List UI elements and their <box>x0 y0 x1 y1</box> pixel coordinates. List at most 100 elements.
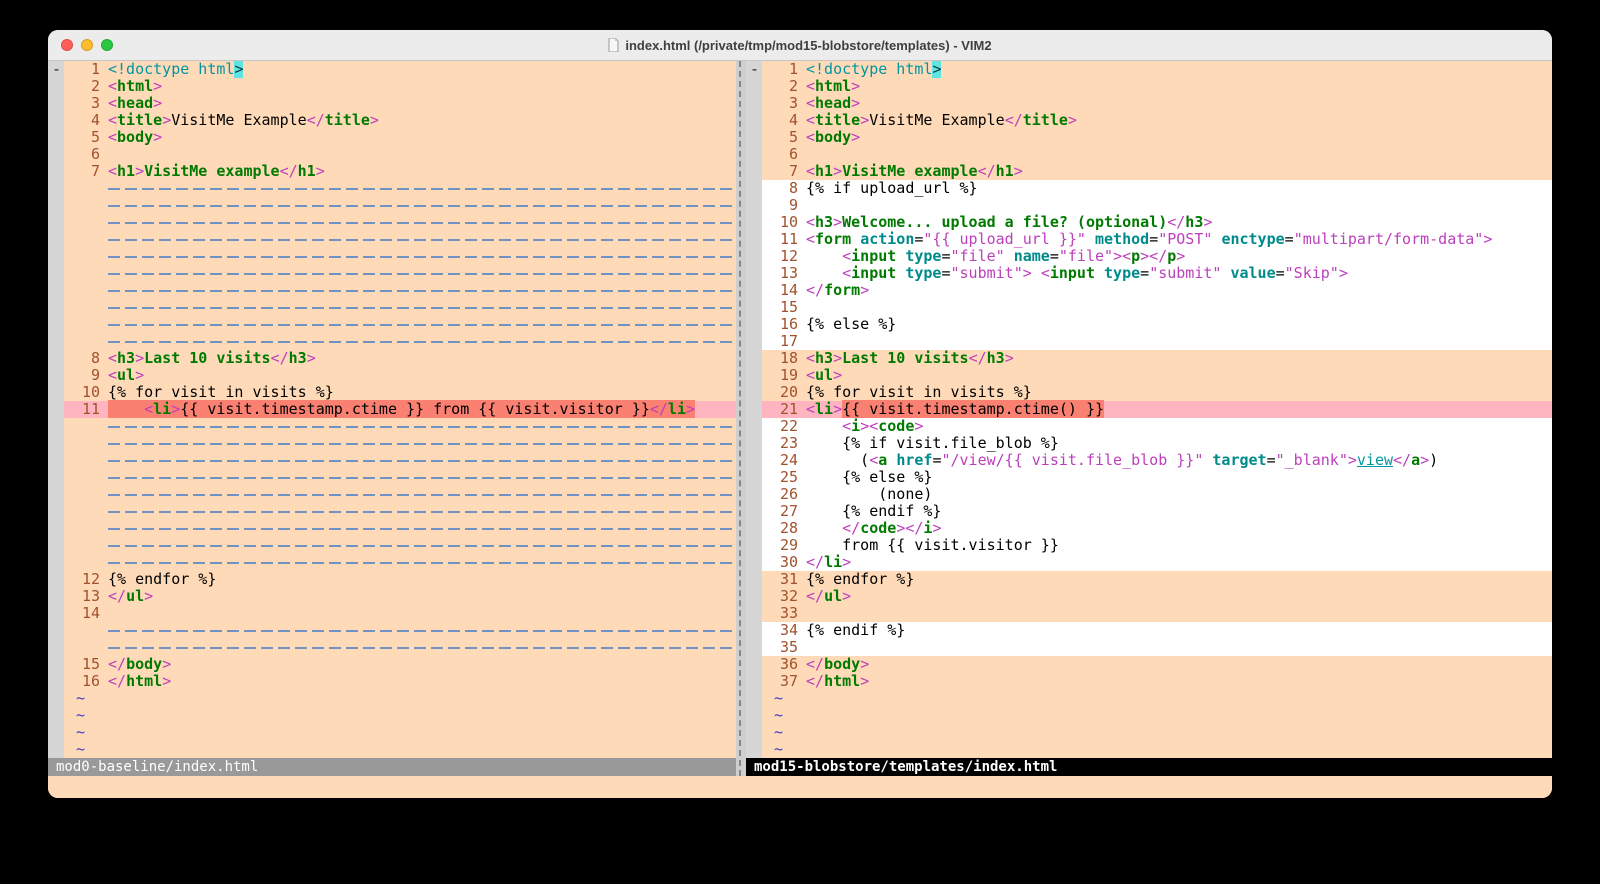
code-line[interactable]: 16</html> <box>64 673 736 690</box>
code-token: > <box>153 77 162 95</box>
line-number: 4 <box>762 112 806 129</box>
code-token: p <box>1131 247 1140 265</box>
zoom-button[interactable] <box>101 39 113 51</box>
line-number: 31 <box>762 571 806 588</box>
code-line[interactable]: 13</ul> <box>64 588 736 605</box>
code-line[interactable]: 34{% endif %} <box>762 622 1552 639</box>
right-pane[interactable]: - 1<!doctype html>2<html>3<head>4<title>… <box>746 61 1552 776</box>
right-buffer-view[interactable]: - 1<!doctype html>2<html>3<head>4<title>… <box>746 61 1552 758</box>
diff-filler-line <box>64 316 736 333</box>
code-token: li <box>815 400 833 418</box>
code-line[interactable]: 14 <box>64 605 736 622</box>
code-line[interactable]: 10{% for visit in visits %} <box>64 384 736 401</box>
code-line[interactable]: 18<h3>Last 10 visits</h3> <box>762 350 1552 367</box>
code-line[interactable]: 2<html> <box>762 78 1552 95</box>
code-line[interactable]: 8{% if upload_url %} <box>762 180 1552 197</box>
diff-filler-line <box>64 180 736 197</box>
code-line[interactable]: 6 <box>762 146 1552 163</box>
code-line[interactable]: 30</li> <box>762 554 1552 571</box>
code-line[interactable]: 4<title>VisitMe Example</title> <box>762 112 1552 129</box>
deleted-line-filler <box>108 477 733 479</box>
code-token: > <box>1023 264 1032 282</box>
code-line[interactable]: 15</body> <box>64 656 736 673</box>
code-line[interactable]: 11 <li>{{ visit.timestamp.ctime }} from … <box>64 401 736 418</box>
code-line[interactable]: 37</html> <box>762 673 1552 690</box>
diff-filler-line <box>64 469 736 486</box>
code-token: > <box>1339 264 1348 282</box>
code-line[interactable]: 6 <box>64 146 736 163</box>
traffic-lights <box>61 39 113 51</box>
statusline-left[interactable]: mod0-baseline/index.html <box>48 758 736 776</box>
code-line[interactable]: 1<!doctype html> <box>64 61 736 78</box>
code-token: = <box>941 247 950 265</box>
code-line[interactable]: 15 <box>762 299 1552 316</box>
split-separator[interactable] <box>736 61 746 776</box>
code-line[interactable]: 19<ul> <box>762 367 1552 384</box>
code-line[interactable]: 7<h1>VisitMe example</h1> <box>762 163 1552 180</box>
code-token: "submit" <box>951 264 1023 282</box>
statusline-right[interactable]: mod15-blobstore/templates/index.html <box>746 758 1552 776</box>
code-line[interactable]: 28 </code></i> <box>762 520 1552 537</box>
code-text: </html> <box>806 673 869 690</box>
code-token: h1 <box>298 162 316 180</box>
code-line[interactable]: 2<html> <box>64 78 736 95</box>
code-line[interactable]: 32</ul> <box>762 588 1552 605</box>
code-line[interactable]: 14</form> <box>762 282 1552 299</box>
line-number: 12 <box>64 571 108 588</box>
code-line[interactable]: 13 <input type="submit"> <input type="su… <box>762 265 1552 282</box>
code-line[interactable]: 9 <box>762 197 1552 214</box>
code-line[interactable]: 25 {% else %} <box>762 469 1552 486</box>
deleted-line-filler <box>108 341 733 343</box>
code-text: <i><code> <box>806 418 923 435</box>
code-line[interactable]: 29 from {{ visit.visitor }} <box>762 537 1552 554</box>
code-line[interactable]: 35 <box>762 639 1552 656</box>
empty-buffer-line: ~ <box>64 741 736 758</box>
line-number: 25 <box>762 469 806 486</box>
close-button[interactable] <box>61 39 73 51</box>
code-token: ul <box>824 587 842 605</box>
minimize-button[interactable] <box>81 39 93 51</box>
code-line[interactable]: 5<body> <box>762 129 1552 146</box>
code-token: > <box>851 94 860 112</box>
code-line[interactable]: 17 <box>762 333 1552 350</box>
code-line[interactable]: 26 (none) <box>762 486 1552 503</box>
code-text: </li> <box>806 554 851 571</box>
code-line[interactable]: 12 <input type="file" name="file"><p></p… <box>762 248 1552 265</box>
code-line[interactable]: 23 {% if visit.file_blob %} <box>762 435 1552 452</box>
code-line[interactable]: 21<li>{{ visit.timestamp.ctime() }} <box>762 401 1552 418</box>
line-number: 13 <box>762 265 806 282</box>
code-line[interactable]: 7<h1>VisitMe example</h1> <box>64 163 736 180</box>
code-line[interactable]: 3<head> <box>762 95 1552 112</box>
code-text: <h1>VisitMe example</h1> <box>806 163 1023 180</box>
code-line[interactable]: 27 {% endif %} <box>762 503 1552 520</box>
code-line[interactable]: 22 <i><code> <box>762 418 1552 435</box>
titlebar[interactable]: index.html (/private/tmp/mod15-blobstore… <box>48 30 1552 61</box>
code-line[interactable]: 9<ul> <box>64 367 736 384</box>
line-number: 17 <box>762 333 806 350</box>
code-line[interactable]: 31{% endfor %} <box>762 571 1552 588</box>
command-line[interactable] <box>48 776 1552 798</box>
code-line[interactable]: 10<h3>Welcome... upload a file? (optiona… <box>762 214 1552 231</box>
code-token: {% endif %} <box>806 502 941 520</box>
code-token: > <box>833 366 842 384</box>
code-line[interactable]: 33 <box>762 605 1552 622</box>
code-line[interactable]: 4<title>VisitMe Example</title> <box>64 112 736 129</box>
code-text: {% if upload_url %} <box>806 180 978 197</box>
deleted-line-filler <box>108 256 733 258</box>
code-line[interactable]: 24 (<a href="/view/{{ visit.file_blob }}… <box>762 452 1552 469</box>
code-line[interactable]: 5<body> <box>64 129 736 146</box>
code-text: <h1>VisitMe example</h1> <box>108 163 325 180</box>
code-line[interactable]: 12{% endfor %} <box>64 571 736 588</box>
code-token: type <box>905 264 941 282</box>
code-line[interactable]: 1<!doctype html> <box>762 61 1552 78</box>
left-pane[interactable]: - 1<!doctype html>2<html>3<head>4<title>… <box>48 61 736 776</box>
code-line[interactable]: 8<h3>Last 10 visits</h3> <box>64 350 736 367</box>
fold-open-marker: - <box>52 61 61 78</box>
code-line[interactable]: 11<form action="{{ upload_url }}" method… <box>762 231 1552 248</box>
code-line[interactable]: 16{% else %} <box>762 316 1552 333</box>
code-line[interactable]: 20{% for visit in visits %} <box>762 384 1552 401</box>
left-buffer-view[interactable]: - 1<!doctype html>2<html>3<head>4<title>… <box>48 61 736 758</box>
code-line[interactable]: 36</body> <box>762 656 1552 673</box>
code-line[interactable]: 3<head> <box>64 95 736 112</box>
code-token: < <box>1041 264 1050 282</box>
